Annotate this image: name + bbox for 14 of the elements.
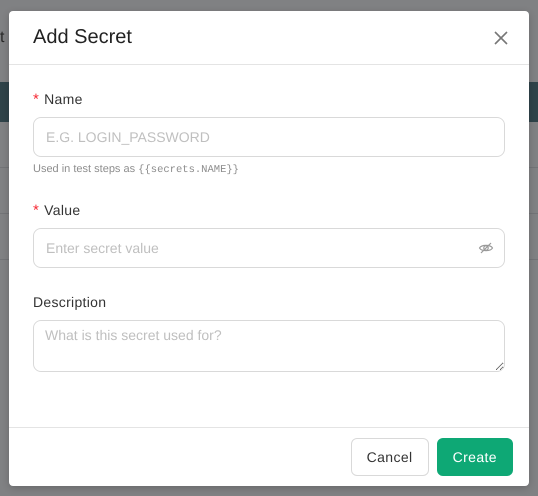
page-text: t [0,29,4,47]
required-mark: * [33,90,40,108]
text-field[interactable]: E.G. LOGIN_PASSWORD [33,117,505,157]
field-label: Name [44,91,83,107]
close-icon [493,30,509,46]
field-label: Value [44,202,80,218]
help-text: Used in test steps as {{secrets.NAME}} [33,163,240,176]
field-label: Description [33,294,106,310]
dialog-title: Add Secret [33,26,132,49]
cancel-button[interactable]: Cancel [350,438,429,476]
password-field[interactable]: Enter secret value [33,228,505,268]
description-field[interactable]: What is this secret used for? [33,320,505,372]
eye-slash-icon[interactable] [478,240,494,256]
required-mark: * [33,202,40,218]
